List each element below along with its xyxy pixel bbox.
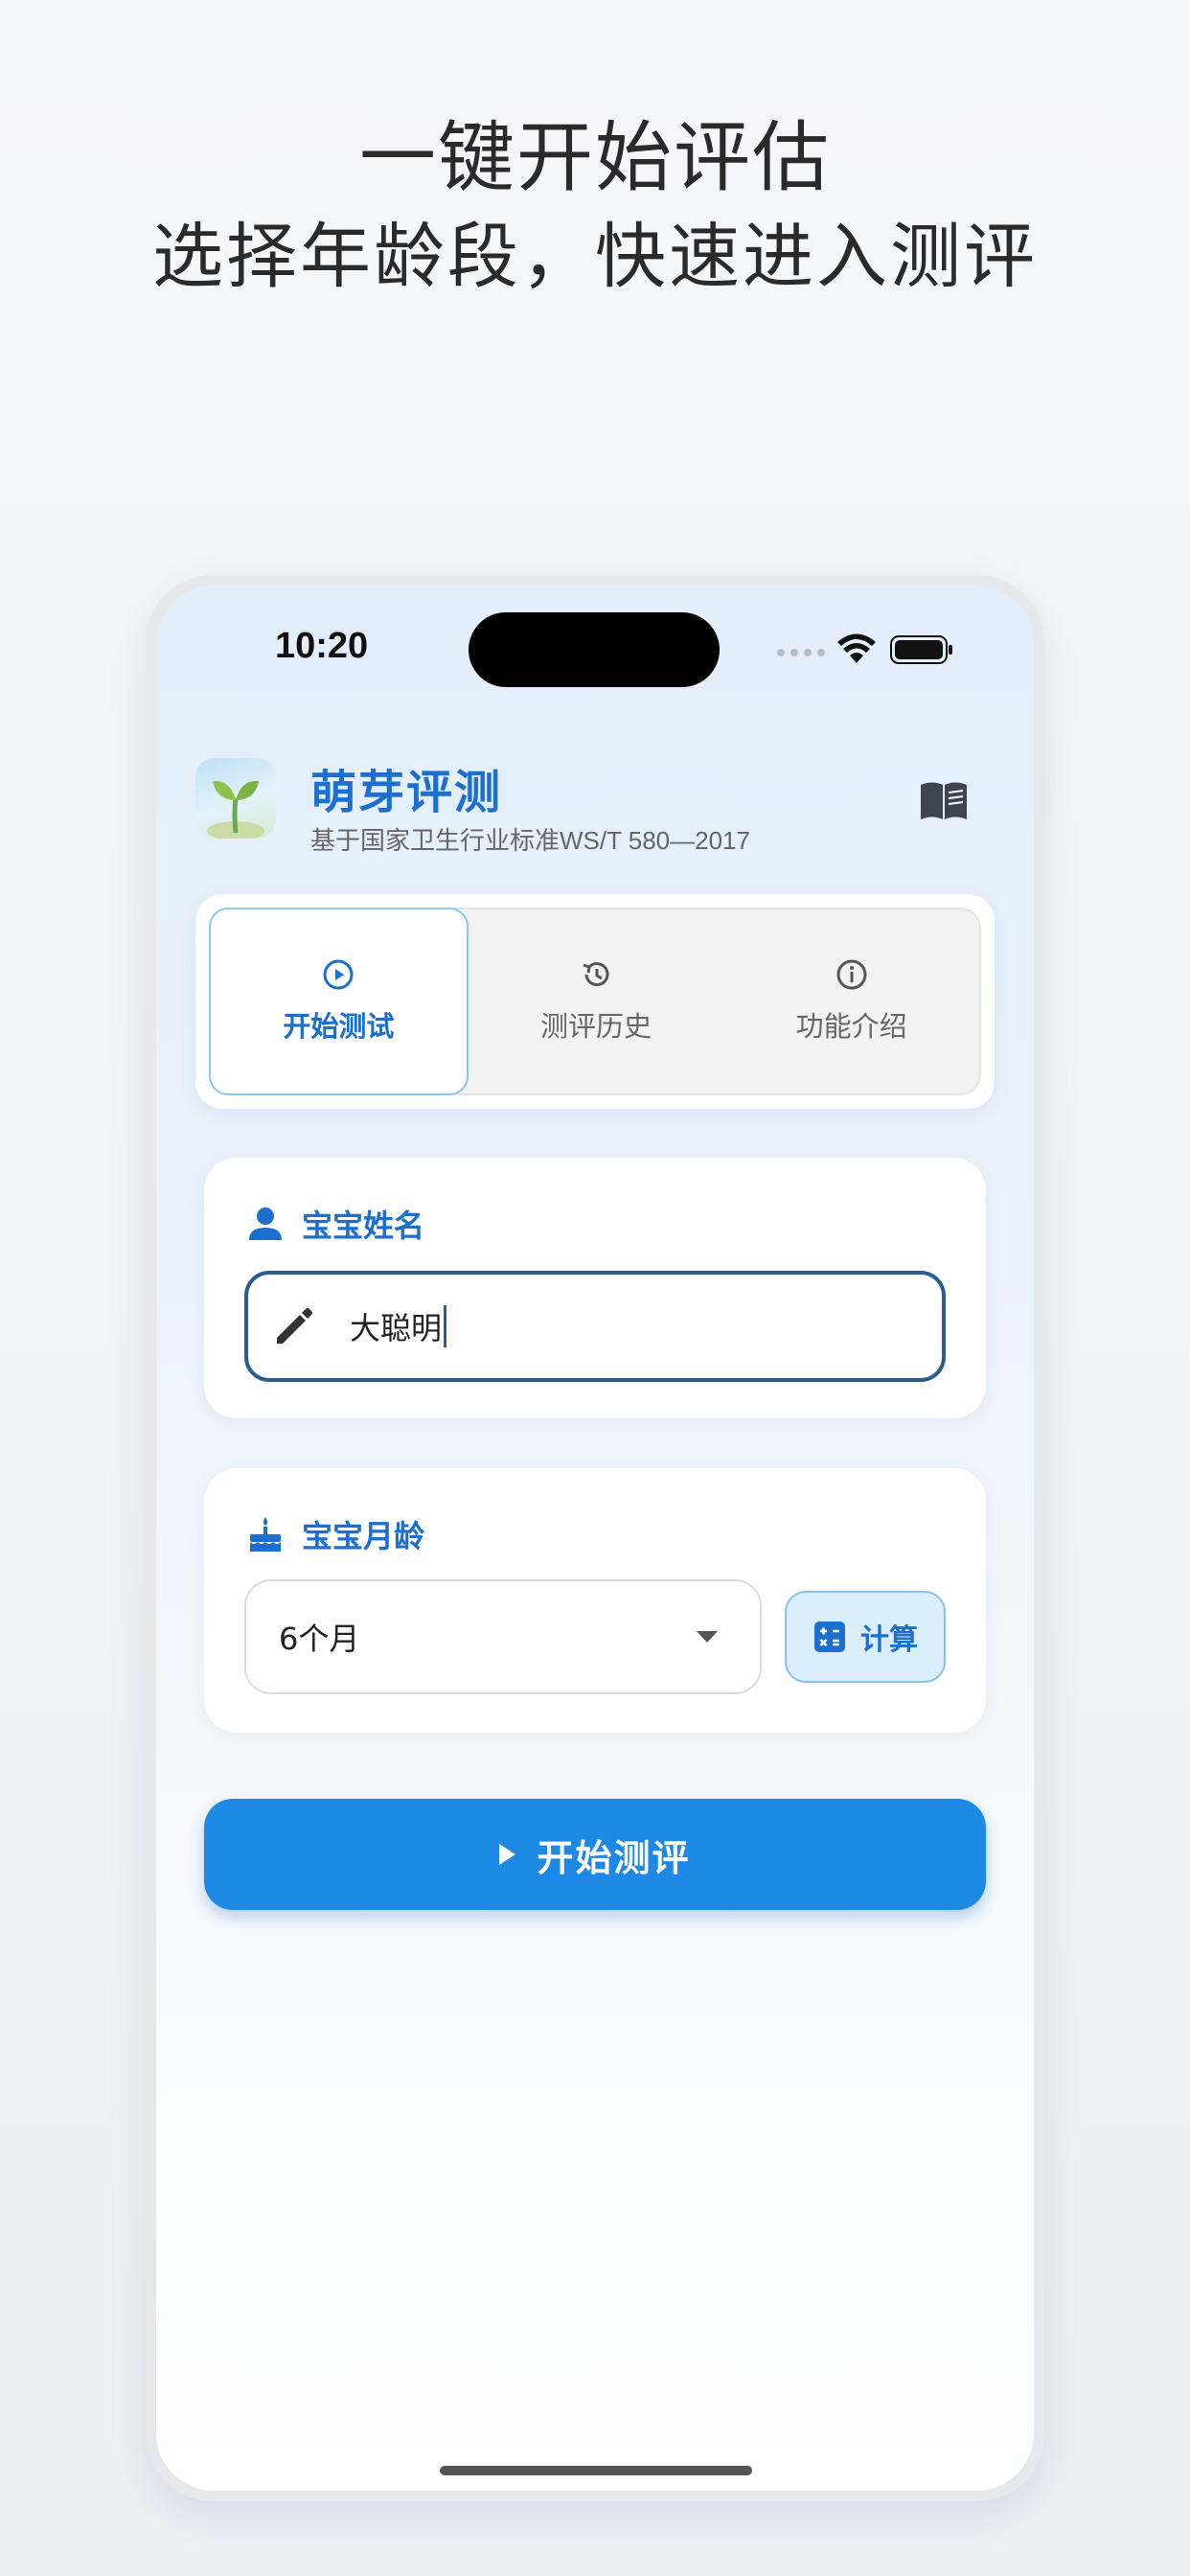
promo-title: 一键开始评估 (359, 113, 831, 202)
status-time: 10:20 (275, 626, 369, 666)
info-icon (836, 959, 867, 990)
text-caret (444, 1305, 447, 1347)
book-icon[interactable] (919, 779, 969, 821)
tab-features[interactable]: 功能介绍 (723, 909, 979, 1093)
pencil-icon (277, 1308, 312, 1344)
chevron-down-icon (697, 1631, 718, 1643)
cake-icon (250, 1517, 281, 1552)
baby-name-input[interactable]: 大聪明 (244, 1271, 946, 1382)
person-icon (249, 1208, 282, 1240)
baby-name-value: 大聪明 (350, 1310, 443, 1346)
tab-label: 功能介绍 (795, 1010, 907, 1043)
age-select[interactable]: 6个月 (244, 1579, 762, 1694)
history-icon (583, 962, 609, 987)
baby-age-card: 宝宝月龄 6个月 计算 (204, 1468, 986, 1733)
baby-name-label-text: 宝宝姓名 (302, 1208, 425, 1244)
baby-name-card: 宝宝姓名 大聪明 (204, 1158, 986, 1418)
age-select-value: 6个月 (279, 1621, 360, 1657)
tab-label: 开始测试 (283, 1010, 395, 1043)
app-subtitle: 基于国家卫生行业标准WS/T 580—2017 (310, 826, 750, 855)
baby-age-label-text: 宝宝月龄 (302, 1518, 425, 1554)
calculate-age-button[interactable]: 计算 (785, 1591, 946, 1683)
promo-subtitle: 选择年龄段，快速进入测评 (152, 216, 1038, 298)
tab-label: 测评历史 (540, 1010, 652, 1043)
start-assessment-label: 开始测评 (537, 1836, 691, 1879)
play-icon (499, 1844, 516, 1865)
phone-screen: 10:20 萌芽评测 基于国家卫生行业标准WS/T 580—2017 开始测试 … (156, 586, 1034, 2491)
home-indicator[interactable] (440, 2466, 752, 2475)
start-assessment-button[interactable]: 开始测评 (204, 1799, 986, 1910)
sprout-icon (195, 758, 276, 839)
calculate-age-label: 计算 (860, 1623, 918, 1657)
tab-bar: 开始测试 测评历史 功能介绍 (195, 894, 995, 1109)
cellular-signal-icon (777, 649, 825, 656)
tab-start-test[interactable]: 开始测试 (209, 908, 469, 1095)
tab-history[interactable]: 测评历史 (469, 909, 724, 1093)
baby-name-label: 宝宝姓名 (246, 1202, 424, 1246)
battery-icon (890, 635, 952, 664)
play-circle-icon (323, 959, 354, 990)
wifi-icon (837, 633, 876, 663)
phone-frame: 10:20 萌芽评测 基于国家卫生行业标准WS/T 580—2017 开始测试 … (146, 575, 1044, 2501)
app-title: 萌芽评测 (310, 766, 503, 819)
calculator-icon (814, 1622, 845, 1652)
dynamic-island (469, 612, 720, 687)
tab-track: 开始测试 测评历史 功能介绍 (209, 908, 981, 1095)
baby-age-label: 宝宝月龄 (246, 1512, 424, 1556)
